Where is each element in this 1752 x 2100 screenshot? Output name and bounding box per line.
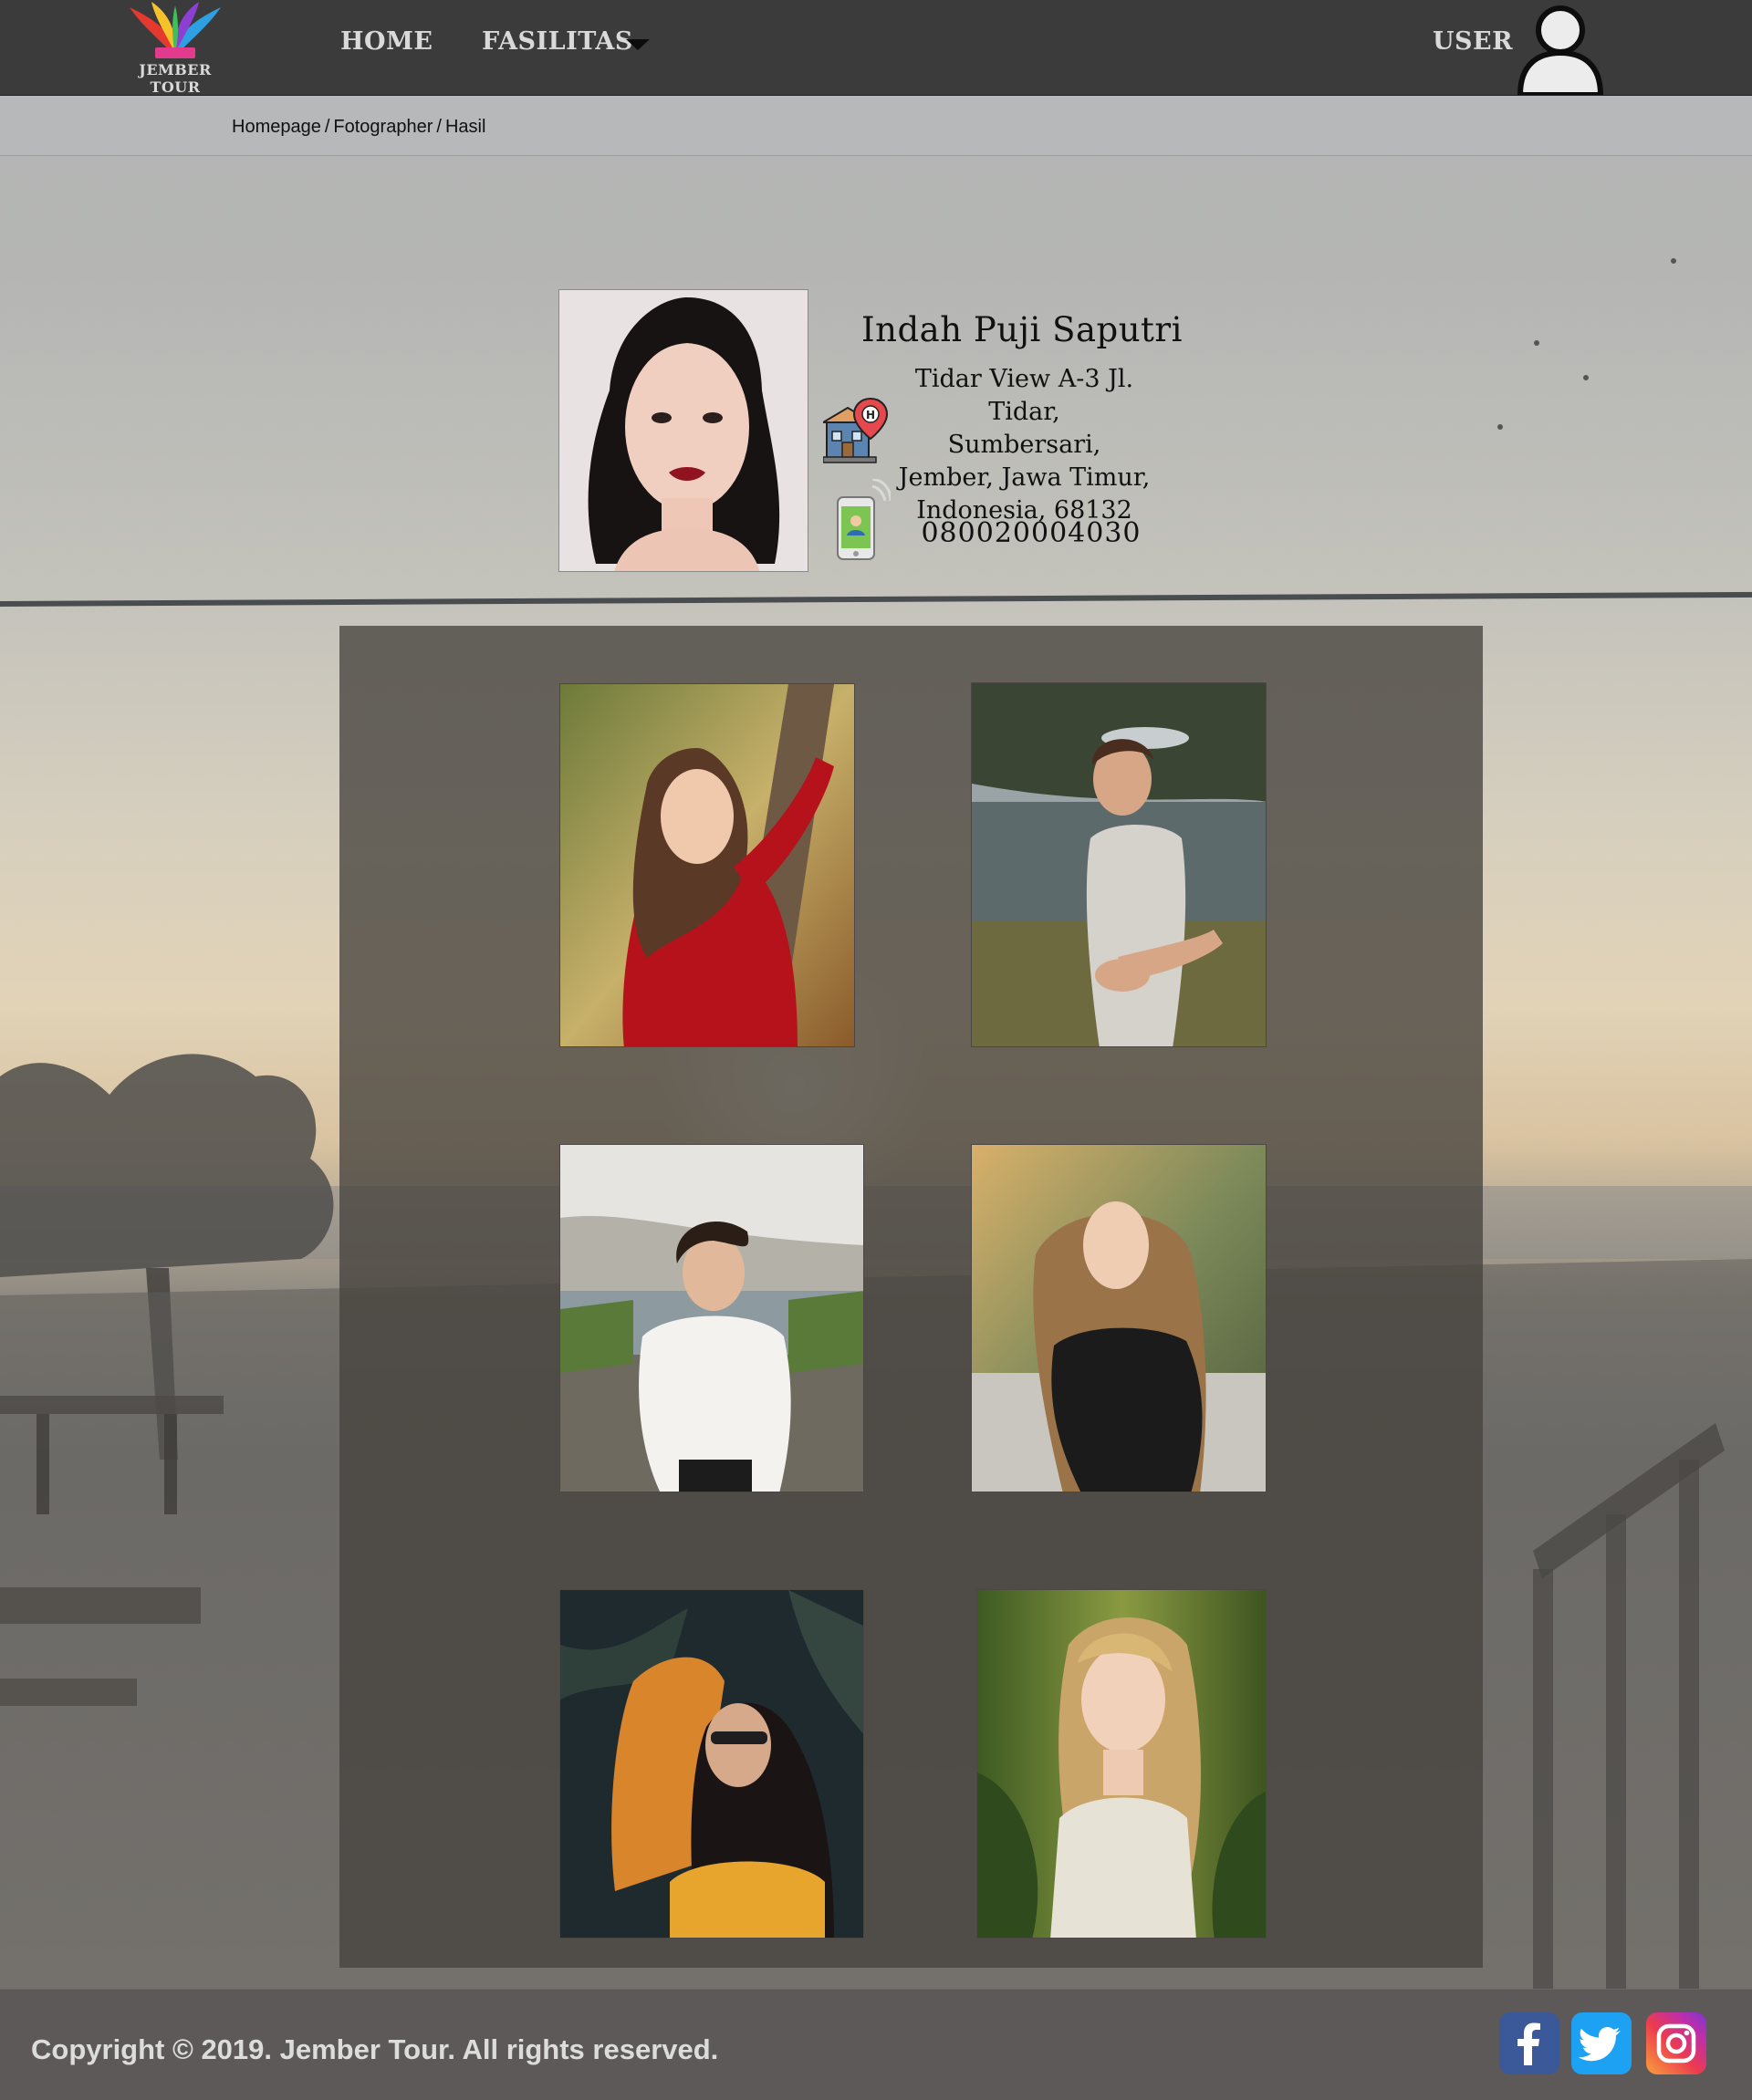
breadcrumb-homepage[interactable]: Homepage bbox=[232, 117, 321, 137]
hotel-location-icon: H bbox=[823, 397, 889, 463]
svg-text:H: H bbox=[866, 409, 875, 421]
footer: Copyright © 2019. Jember Tour. All right… bbox=[0, 1989, 1752, 2100]
top-navbar: JEMBER TOUR HOME FASILITAS USER bbox=[0, 0, 1752, 96]
address-line: Sumbersari, bbox=[947, 431, 1101, 459]
photographer-name: Indah Puji Saputri bbox=[861, 310, 1183, 349]
logo-text: JEMBER TOUR bbox=[139, 61, 212, 96]
girl-leather-jacket-photo bbox=[972, 1145, 1266, 1492]
instagram-icon[interactable] bbox=[1646, 2012, 1706, 2074]
gallery-photo-5[interactable] bbox=[559, 1589, 864, 1939]
gallery-photo-2[interactable] bbox=[971, 682, 1267, 1047]
nav-user[interactable]: USER bbox=[1433, 27, 1513, 56]
gallery-photo-3[interactable] bbox=[559, 1144, 864, 1492]
breadcrumb-current: Hasil bbox=[444, 117, 486, 137]
photographer-address: Tidar View A-3 Jl. Tidar, Sumbersari, Je… bbox=[876, 363, 1173, 527]
facebook-icon[interactable] bbox=[1499, 2012, 1559, 2074]
breadcrumb-separator: / bbox=[436, 117, 442, 137]
phoenix-logo-icon bbox=[130, 2, 221, 58]
gallery-photo-4[interactable] bbox=[971, 1144, 1267, 1492]
caret-down-icon[interactable] bbox=[626, 39, 650, 50]
copyright-text: Copyright © 2019. Jember Tour. All right… bbox=[31, 2033, 719, 2065]
nav-fasilitas-dropdown[interactable]: FASILITAS bbox=[482, 27, 633, 56]
nav-home[interactable]: HOME bbox=[340, 27, 433, 56]
breadcrumb-fotographer[interactable]: Fotographer bbox=[333, 117, 433, 137]
breadcrumb-bar: Homepage / Fotographer / Hasil bbox=[0, 96, 1752, 156]
breadcrumb: Homepage / Fotographer / Hasil bbox=[232, 117, 485, 138]
address-line: Tidar View A-3 Jl. Tidar, bbox=[914, 365, 1134, 426]
twitter-icon[interactable] bbox=[1571, 2012, 1632, 2074]
section-divider bbox=[0, 591, 1752, 607]
girl-sunglasses-palm-photo bbox=[560, 1590, 863, 1938]
user-avatar-icon[interactable] bbox=[1513, 0, 1608, 95]
gallery-photo-6[interactable] bbox=[976, 1589, 1267, 1939]
girl-red-sweater-tree-photo bbox=[560, 684, 854, 1046]
photographer-phone: 080020004030 bbox=[921, 517, 1142, 549]
jember-tour-logo[interactable]: JEMBER TOUR bbox=[111, 0, 239, 96]
boy-white-shirt-marsh-photo bbox=[560, 1145, 863, 1492]
breadcrumb-separator: / bbox=[324, 117, 330, 137]
mobile-phone-icon bbox=[837, 479, 891, 560]
photographer-portrait bbox=[558, 289, 808, 572]
gallery-photo-1[interactable] bbox=[559, 683, 855, 1047]
address-line: Jember, Jawa Timur, bbox=[898, 463, 1151, 492]
photo-gallery bbox=[339, 626, 1483, 1968]
boy-lake-outstretched-hand-photo bbox=[972, 683, 1266, 1046]
blonde-girl-foliage-photo bbox=[977, 1590, 1266, 1938]
